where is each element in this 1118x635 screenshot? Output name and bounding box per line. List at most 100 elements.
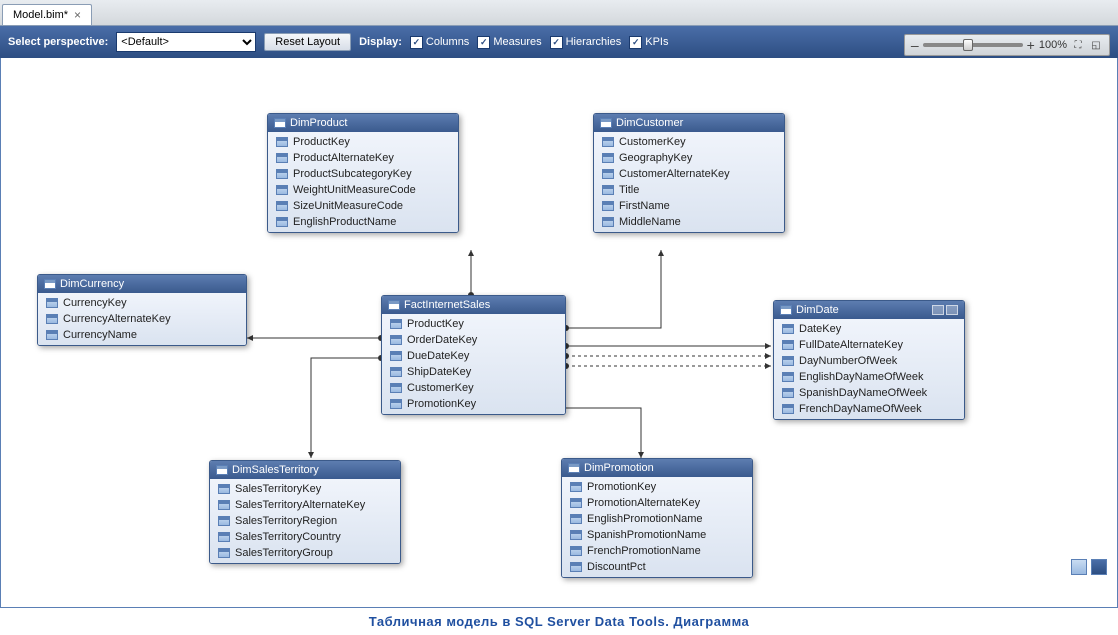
column-row[interactable]: SalesTerritoryCountry [210, 529, 400, 545]
column-row[interactable]: PromotionKey [382, 396, 565, 412]
column-row[interactable]: FullDateAlternateKey [774, 337, 964, 353]
reset-layout-button[interactable]: Reset Layout [264, 33, 351, 51]
column-row[interactable]: DiscountPct [562, 559, 752, 575]
column-icon [570, 482, 582, 492]
column-row[interactable]: SalesTerritoryKey [210, 481, 400, 497]
column-icon [570, 498, 582, 508]
column-icon [390, 367, 402, 377]
column-row[interactable]: ProductKey [268, 134, 458, 150]
column-row[interactable]: DayNumberOfWeek [774, 353, 964, 369]
column-icon [602, 137, 614, 147]
header-option-icon[interactable] [932, 305, 944, 315]
column-icon [276, 185, 288, 195]
column-row[interactable]: CustomerKey [382, 380, 565, 396]
column-row[interactable]: EnglishPromotionName [562, 511, 752, 527]
entity-dimdate[interactable]: DimDate DateKey FullDateAlternateKey Day… [773, 300, 965, 420]
entity-dimcustomer[interactable]: DimCustomer CustomerKey GeographyKey Cus… [593, 113, 785, 233]
header-option-icon[interactable] [946, 305, 958, 315]
zoom-out-icon[interactable]: ‒ [911, 37, 919, 53]
column-row[interactable]: WeightUnitMeasureCode [268, 182, 458, 198]
column-icon [782, 356, 794, 366]
column-row[interactable]: ProductAlternateKey [268, 150, 458, 166]
column-icon [782, 404, 794, 414]
entity-title: DimSalesTerritory [232, 464, 319, 476]
entity-header[interactable]: DimProduct [268, 114, 458, 132]
entity-dimsalesterritory[interactable]: DimSalesTerritory SalesTerritoryKey Sale… [209, 460, 401, 564]
column-row[interactable]: OrderDateKey [382, 332, 565, 348]
tab-bar: Model.bim* × [0, 0, 1118, 26]
column-icon [46, 298, 58, 308]
column-row[interactable]: SpanishDayNameOfWeek [774, 385, 964, 401]
perspective-select[interactable]: <Default> [116, 32, 256, 52]
table-icon [780, 305, 792, 315]
hierarchies-checkbox[interactable]: ✓Hierarchies [550, 36, 622, 49]
entity-title: FactInternetSales [404, 299, 490, 311]
kpis-checkbox[interactable]: ✓KPIs [629, 36, 668, 49]
column-icon [276, 153, 288, 163]
check-icon: ✓ [477, 36, 490, 49]
column-row[interactable]: DueDateKey [382, 348, 565, 364]
column-row[interactable]: GeographyKey [594, 150, 784, 166]
entity-factinternetsales[interactable]: FactInternetSales ProductKey OrderDateKe… [381, 295, 566, 415]
column-row[interactable]: FrenchDayNameOfWeek [774, 401, 964, 417]
column-icon [390, 319, 402, 329]
column-row[interactable]: SalesTerritoryRegion [210, 513, 400, 529]
entity-dimpromotion[interactable]: DimPromotion PromotionKey PromotionAlter… [561, 458, 753, 578]
column-icon [390, 335, 402, 345]
caption: Табличная модель в SQL Server Data Tools… [0, 608, 1118, 635]
column-row[interactable]: CurrencyAlternateKey [38, 311, 246, 327]
grid-view-icon[interactable] [1071, 559, 1087, 575]
entity-dimproduct[interactable]: DimProduct ProductKey ProductAlternateKe… [267, 113, 459, 233]
column-row[interactable]: FrenchPromotionName [562, 543, 752, 559]
column-row[interactable]: SizeUnitMeasureCode [268, 198, 458, 214]
entity-body: SalesTerritoryKey SalesTerritoryAlternat… [210, 479, 400, 563]
zoom-percent: 100% [1039, 39, 1067, 51]
entity-header[interactable]: FactInternetSales [382, 296, 565, 314]
column-icon [46, 314, 58, 324]
column-icon [276, 137, 288, 147]
column-row[interactable]: CurrencyKey [38, 295, 246, 311]
zoom-thumb[interactable] [963, 39, 973, 51]
column-icon [570, 546, 582, 556]
column-row[interactable]: PromotionKey [562, 479, 752, 495]
measures-checkbox[interactable]: ✓Measures [477, 36, 541, 49]
column-icon [782, 372, 794, 382]
column-row[interactable]: FirstName [594, 198, 784, 214]
column-row[interactable]: CustomerAlternateKey [594, 166, 784, 182]
column-row[interactable]: SpanishPromotionName [562, 527, 752, 543]
zoom-slider[interactable] [923, 43, 1023, 47]
check-icon: ✓ [629, 36, 642, 49]
column-row[interactable]: ProductSubcategoryKey [268, 166, 458, 182]
entity-header[interactable]: DimSalesTerritory [210, 461, 400, 479]
original-size-icon[interactable]: ◱ [1089, 38, 1103, 52]
column-row[interactable]: ShipDateKey [382, 364, 565, 380]
column-row[interactable]: PromotionAlternateKey [562, 495, 752, 511]
table-icon [44, 279, 56, 289]
table-icon [600, 118, 612, 128]
zoom-in-icon[interactable]: + [1027, 37, 1035, 53]
entity-header[interactable]: DimCurrency [38, 275, 246, 293]
entity-title: DimPromotion [584, 462, 654, 474]
entity-header[interactable]: DimDate [774, 301, 964, 319]
diagram-view-icon[interactable] [1091, 559, 1107, 575]
column-row[interactable]: MiddleName [594, 214, 784, 230]
column-row[interactable]: SalesTerritoryGroup [210, 545, 400, 561]
column-row[interactable]: DateKey [774, 321, 964, 337]
column-row[interactable]: Title [594, 182, 784, 198]
column-row[interactable]: CustomerKey [594, 134, 784, 150]
column-row[interactable]: EnglishProductName [268, 214, 458, 230]
diagram-canvas[interactable]: DimProduct ProductKey ProductAlternateKe… [0, 58, 1118, 608]
column-row[interactable]: CurrencyName [38, 327, 246, 343]
tab-model[interactable]: Model.bim* × [2, 4, 92, 25]
fit-to-screen-icon[interactable]: ⛶ [1071, 38, 1085, 52]
column-row[interactable]: ProductKey [382, 316, 565, 332]
entity-dimcurrency[interactable]: DimCurrency CurrencyKey CurrencyAlternat… [37, 274, 247, 346]
column-row[interactable]: SalesTerritoryAlternateKey [210, 497, 400, 513]
table-icon [216, 465, 228, 475]
entity-header[interactable]: DimPromotion [562, 459, 752, 477]
close-icon[interactable]: × [74, 9, 81, 21]
columns-checkbox[interactable]: ✓Columns [410, 36, 469, 49]
column-row[interactable]: EnglishDayNameOfWeek [774, 369, 964, 385]
column-icon [602, 169, 614, 179]
entity-header[interactable]: DimCustomer [594, 114, 784, 132]
